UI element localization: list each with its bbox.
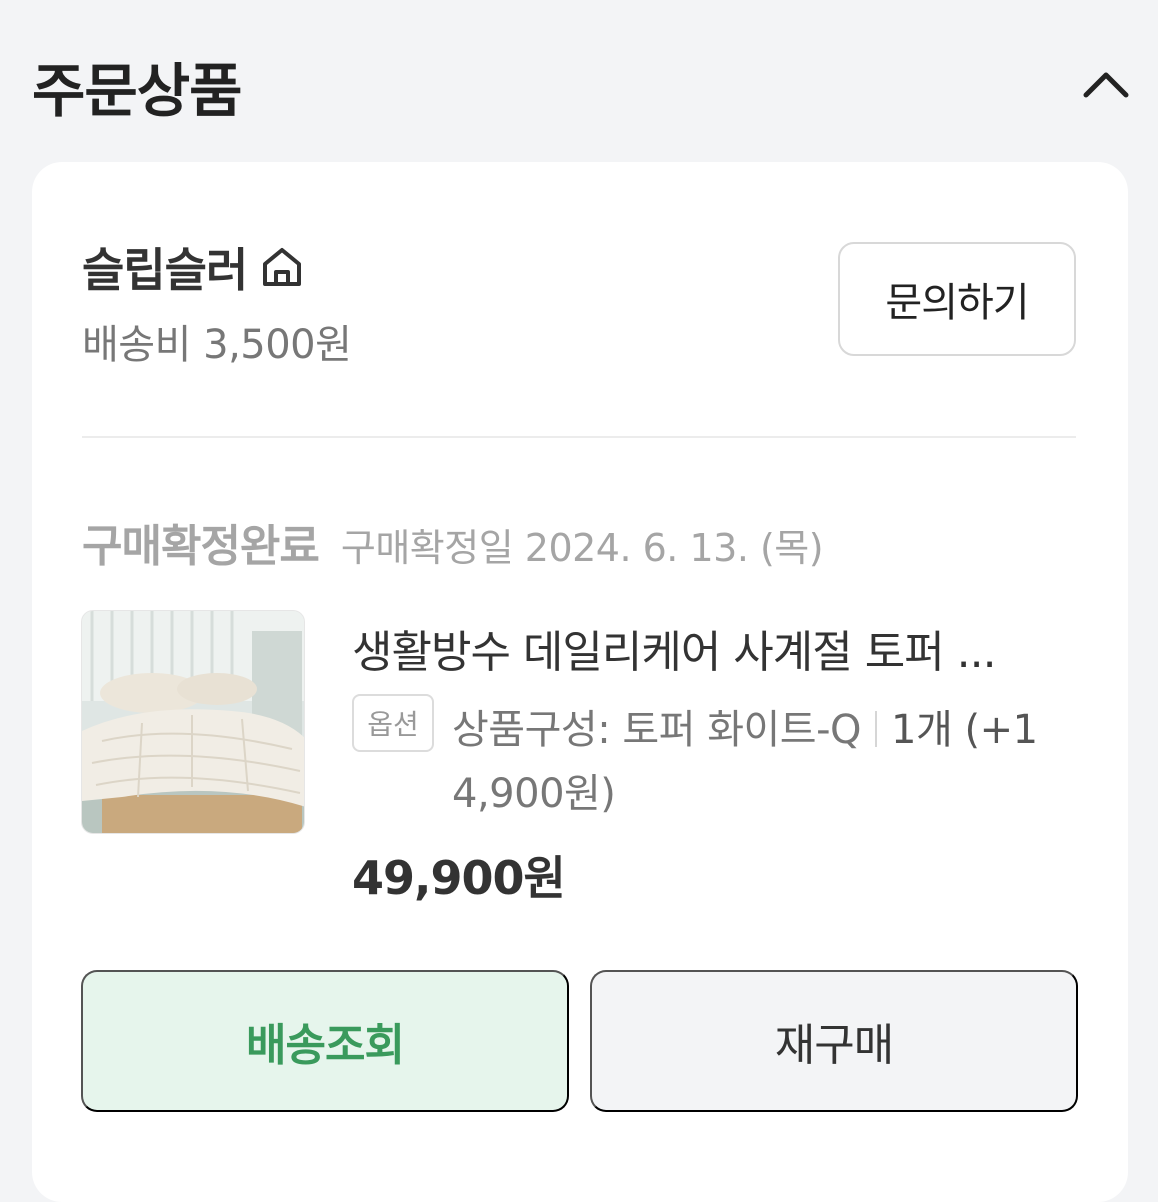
seller-name[interactable]: 슬립슬러 <box>82 234 248 300</box>
option-badge: 옵션 <box>352 694 434 752</box>
order-status-row: 구매확정완료 구매확정일 2024. 6. 13. (목) <box>82 510 824 574</box>
order-card: 슬립슬러 배송비 3,500원 문의하기 구매확정완료 구매확정일 2024. … <box>32 162 1128 1202</box>
shipping-fee: 배송비 3,500원 <box>82 322 352 368</box>
product-name[interactable]: 생활방수 데일리케어 사계절 토퍼 ... <box>352 616 1052 680</box>
inquiry-button[interactable]: 문의하기 <box>838 242 1076 356</box>
collapse-button[interactable] <box>1070 48 1142 120</box>
order-status: 구매확정완료 <box>82 521 320 572</box>
section-title: 주문상품 <box>32 57 242 125</box>
rebuy-button[interactable]: 재구매 <box>590 970 1078 1112</box>
divider <box>82 436 1076 438</box>
confirmed-date: 구매확정일 2024. 6. 13. (목) <box>340 526 824 570</box>
option-extra-price: 4,900원) <box>452 771 616 817</box>
home-icon <box>263 248 302 286</box>
option-quantity: 1개 (+1 <box>891 707 1038 753</box>
product-image[interactable] <box>81 610 305 834</box>
option-label: 상품구성: 토퍼 화이트-Q <box>452 707 862 753</box>
option-details: 상품구성: 토퍼 화이트-Q 1개 (+1 4,900원) <box>452 698 1052 826</box>
seller-row[interactable]: 슬립슬러 <box>82 234 305 300</box>
chevron-up-icon <box>1083 72 1129 98</box>
order-items-header[interactable]: 주문상품 <box>0 0 1158 162</box>
track-delivery-button[interactable]: 배송조회 <box>81 970 569 1112</box>
product-price: 49,900원 <box>352 851 566 905</box>
option-separator <box>875 711 878 747</box>
